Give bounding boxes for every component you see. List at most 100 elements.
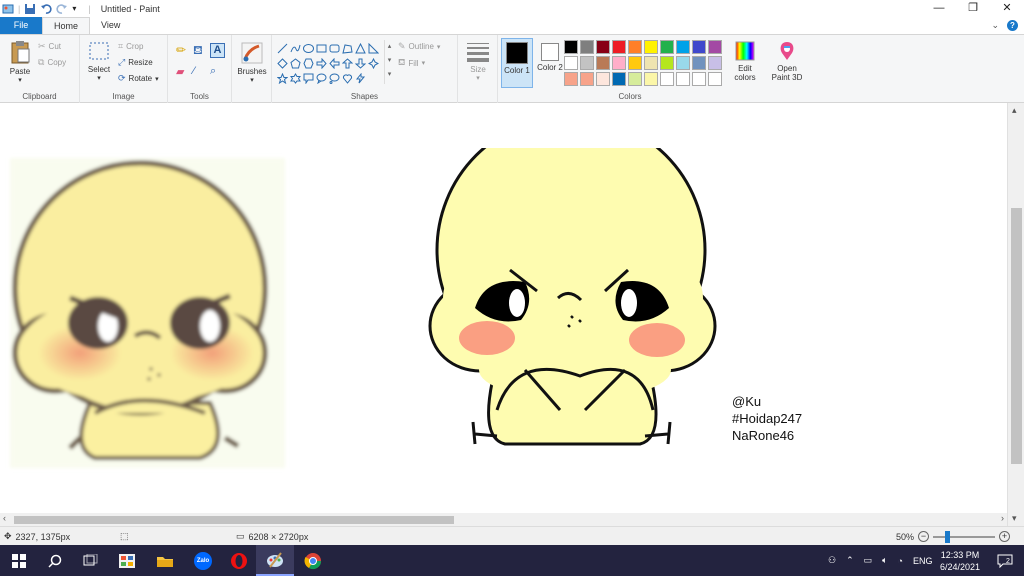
five-point-star-shape-icon[interactable]	[276, 71, 288, 85]
taskbar-opera[interactable]	[220, 545, 258, 576]
horizontal-scroll-thumb[interactable]	[14, 516, 454, 524]
right-triangle-shape-icon[interactable]	[367, 41, 379, 55]
eraser-icon[interactable]: ▰	[176, 65, 193, 78]
fill-bucket-icon[interactable]: ⛾	[193, 43, 210, 59]
palette-swatch[interactable]	[596, 40, 610, 54]
palette-swatch[interactable]	[708, 72, 722, 86]
text-tool-icon[interactable]: A	[210, 43, 225, 58]
tab-view[interactable]: View	[90, 17, 131, 34]
start-button[interactable]	[0, 545, 38, 576]
zoom-slider-thumb[interactable]	[945, 530, 951, 543]
palette-swatch[interactable]	[708, 56, 722, 70]
customize-toolbar-icon[interactable]: ▾	[72, 3, 84, 15]
save-icon[interactable]	[24, 3, 36, 15]
cut-button[interactable]: ✂ Cut	[38, 41, 61, 52]
zoom-in-icon[interactable]: +	[999, 531, 1011, 542]
scroll-up-icon[interactable]: ▴	[1012, 105, 1017, 116]
left-arrow-shape-icon[interactable]	[328, 56, 340, 70]
lightning-shape-icon[interactable]	[354, 71, 366, 85]
palette-swatch[interactable]	[660, 40, 674, 54]
zoom-slider[interactable]	[933, 530, 996, 543]
palette-swatch[interactable]	[580, 56, 594, 70]
scroll-right-icon[interactable]: ›	[1001, 513, 1004, 523]
palette-swatch[interactable]	[660, 56, 674, 70]
size-button[interactable]: Size ▾	[464, 41, 492, 82]
curve-shape-icon[interactable]	[289, 41, 301, 55]
palette-swatch[interactable]	[692, 56, 706, 70]
edit-colors-button[interactable]: Edit colors	[730, 40, 760, 82]
battery-icon[interactable]: ▭	[864, 555, 873, 566]
line-shape-icon[interactable]	[276, 41, 288, 55]
palette-swatch[interactable]	[628, 40, 642, 54]
vertical-scroll-thumb[interactable]	[1011, 208, 1022, 464]
people-icon[interactable]: ⚇	[828, 555, 836, 566]
palette-swatch[interactable]	[612, 40, 626, 54]
palette-swatch[interactable]	[628, 72, 642, 86]
redo-icon[interactable]	[56, 3, 68, 15]
select-dropdown-icon[interactable]: ▾	[86, 74, 112, 82]
vertical-scrollbar[interactable]: ▴ ▾	[1007, 103, 1024, 526]
paste-dropdown-icon[interactable]: ▾	[6, 76, 34, 84]
action-center-button[interactable]: 2	[986, 545, 1024, 576]
collapse-ribbon-icon[interactable]: ⌄	[991, 20, 999, 31]
pentagon-shape-icon[interactable]	[289, 56, 301, 70]
outline-button[interactable]: ✎ Outline ▾	[398, 41, 440, 52]
palette-swatch[interactable]	[612, 72, 626, 86]
network-icon[interactable]: ◔	[898, 556, 903, 566]
show-hidden-icons-icon[interactable]: ⌃	[846, 555, 854, 566]
tab-file[interactable]: File	[0, 17, 42, 34]
color1-button[interactable]: Color 1	[501, 38, 533, 88]
palette-swatch[interactable]	[644, 40, 658, 54]
cloud-callout-shape-icon[interactable]	[328, 71, 340, 85]
rotate-button[interactable]: ⟳ Rotate ▾	[118, 73, 159, 84]
palette-swatch[interactable]	[676, 40, 690, 54]
six-point-star-shape-icon[interactable]	[289, 71, 301, 85]
color-picker-icon[interactable]: ⁄	[193, 65, 210, 78]
four-point-star-shape-icon[interactable]	[367, 56, 379, 70]
palette-swatch[interactable]	[596, 72, 610, 86]
down-arrow-shape-icon[interactable]	[354, 56, 366, 70]
fill-button[interactable]: ⛾ Fill ▾	[398, 57, 425, 69]
search-button[interactable]	[36, 545, 74, 576]
palette-swatch[interactable]	[676, 72, 690, 86]
taskbar-paint[interactable]	[256, 545, 294, 576]
taskbar-file-explorer[interactable]	[146, 545, 184, 576]
up-arrow-shape-icon[interactable]	[341, 56, 353, 70]
palette-swatch[interactable]	[612, 56, 626, 70]
color2-button[interactable]: Color 2	[534, 38, 566, 88]
tab-home[interactable]: Home	[42, 17, 91, 34]
open-paint3d-button[interactable]: Open Paint 3D	[767, 40, 807, 82]
polygon-shape-icon[interactable]	[341, 41, 353, 55]
shapes-scroll[interactable]: ▴ ▾ ▾	[384, 40, 394, 84]
scroll-left-icon[interactable]: ‹	[3, 513, 6, 523]
palette-swatch[interactable]	[676, 56, 690, 70]
rectangle-shape-icon[interactable]	[315, 41, 327, 55]
volume-icon[interactable]: 🔈︎	[882, 555, 887, 566]
hexagon-shape-icon[interactable]	[302, 56, 314, 70]
close-button[interactable]: ✕	[990, 0, 1024, 17]
scroll-down-icon[interactable]: ▾	[1012, 513, 1017, 524]
resize-button[interactable]: ⤢ Resize	[118, 57, 153, 68]
palette-swatch[interactable]	[564, 72, 578, 86]
palette-swatch[interactable]	[580, 72, 594, 86]
magnifier-icon[interactable]: ⌕	[210, 65, 227, 78]
oval-shape-icon[interactable]	[302, 41, 314, 55]
horizontal-scrollbar[interactable]: ‹ ›	[0, 513, 1007, 526]
brushes-button[interactable]: Brushes ▾	[236, 41, 268, 84]
palette-swatch[interactable]	[692, 72, 706, 86]
help-icon[interactable]: ?	[1007, 20, 1018, 31]
drawing-canvas[interactable]: @Ku #Hoidap247 NaRone46	[0, 103, 1024, 513]
triangle-shape-icon[interactable]	[354, 41, 366, 55]
paste-button[interactable]: Paste ▾	[6, 39, 34, 84]
palette-swatch[interactable]	[628, 56, 642, 70]
copy-button[interactable]: ⧉ Copy	[38, 57, 66, 68]
taskbar-app-gallery[interactable]	[108, 545, 146, 576]
restore-button[interactable]: ❐	[956, 0, 990, 17]
palette-swatch[interactable]	[644, 56, 658, 70]
palette-swatch[interactable]	[692, 40, 706, 54]
palette-swatch[interactable]	[564, 40, 578, 54]
select-button[interactable]: Select ▾	[86, 41, 112, 82]
zoom-out-icon[interactable]: −	[918, 531, 930, 542]
palette-swatch[interactable]	[708, 40, 722, 54]
oval-callout-shape-icon[interactable]	[315, 71, 327, 85]
